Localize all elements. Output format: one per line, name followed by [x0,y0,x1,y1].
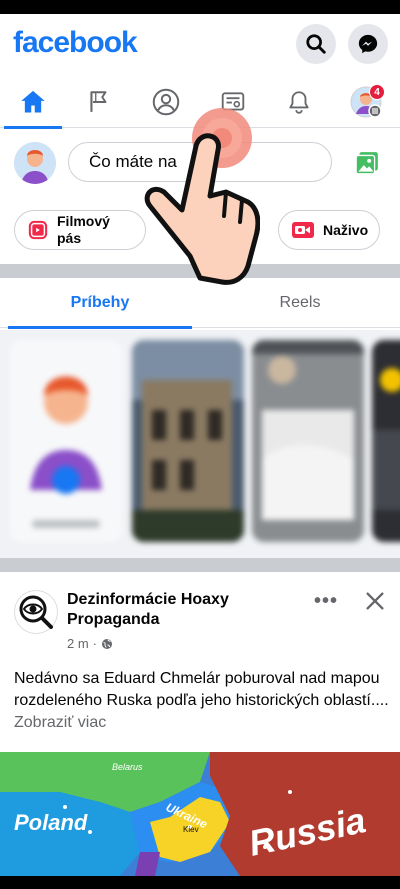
post-body: Nedávno sa Eduard Chmelár poburoval nad … [14,668,390,734]
globe-icon [102,638,113,649]
map-label-poland: Poland [14,810,88,835]
post-composer: Čo máte na [0,128,400,196]
composer-placeholder: Čo máte na [89,152,177,171]
person-icon [152,88,180,116]
post-close-button[interactable] [364,584,386,619]
tab-stories[interactable]: Príbehy [0,278,200,329]
story-thumbnail [252,340,364,542]
map-image: Belarus Poland Ukraine Kiev Russia [0,752,400,876]
messenger-button[interactable] [348,24,388,64]
reel-chip-label-2: pás [57,230,82,246]
nav-notifications[interactable] [266,76,332,128]
nav-profile[interactable] [133,76,199,128]
eye-magnifier-logo [19,595,53,629]
story-thumbnail [132,340,244,542]
post-text: Nedávno sa Eduard Chmelár poburoval nad … [14,670,389,709]
meta-dot: · [92,636,98,651]
messenger-icon [358,34,378,54]
flag-icon [90,91,107,112]
status-bar [0,0,400,14]
tab-reels[interactable]: Reels [200,278,400,328]
reel-icon [28,220,48,240]
search-icon [306,34,326,54]
see-more-link[interactable]: Zobraziť viac [14,714,106,731]
facebook-logo[interactable]: facebook [13,26,138,60]
user-avatar[interactable] [14,142,56,184]
post-more-button[interactable]: ••• [314,590,338,613]
create-chips: Filmový pás Naživo [0,196,400,264]
map-label-belarus: Belarus [112,762,143,772]
story-card[interactable] [252,340,364,542]
main-nav: 4 [0,76,400,129]
map-label-kiev: Kiev [183,825,199,834]
stories-tabs: Príbehy Reels [0,278,400,329]
photo-button[interactable] [354,150,380,181]
post-time[interactable]: 2 m [67,636,89,651]
navigation-bar [0,876,400,889]
home-icon [21,90,45,113]
create-story-avatar [10,340,122,542]
section-divider [0,264,400,278]
story-card[interactable] [372,340,400,542]
post-author-line1: Dezinformácie Hoaxy [67,591,229,608]
stories-strip [0,330,400,558]
reel-chip[interactable]: Filmový pás [14,210,146,250]
feed-divider [0,558,400,572]
nav-news[interactable] [200,76,266,128]
story-card[interactable] [132,340,244,542]
live-chip-label: Naživo [323,222,369,238]
nav-menu[interactable]: 4 [333,76,399,128]
newsfeed-icon [221,92,245,111]
post-header: Dezinformácie Hoaxy Propaganda 2 m · ••• [0,572,400,662]
nav-pages[interactable] [66,76,132,128]
reel-chip-label-1: Filmový [57,213,110,229]
create-story-card[interactable] [10,340,122,542]
live-video-icon [292,222,314,238]
story-thumbnail [372,340,400,542]
page-avatar[interactable] [14,590,58,634]
search-button[interactable] [296,24,336,64]
close-icon [366,592,384,610]
post-author-line2: Propaganda [67,611,160,628]
photo-icon [355,152,378,175]
notification-badge: 4 [369,84,385,100]
live-chip[interactable]: Naživo [278,210,380,250]
post-image[interactable]: Belarus Poland Ukraine Kiev Russia [0,752,400,876]
nav-home[interactable] [0,76,66,129]
post-author[interactable]: Dezinformácie Hoaxy Propaganda [67,590,307,630]
bell-icon [289,91,309,114]
top-header: facebook [0,14,400,76]
composer-input[interactable]: Čo máte na [68,142,332,182]
post-meta: 2 m · [67,636,113,651]
avatar-illustration [14,142,56,184]
